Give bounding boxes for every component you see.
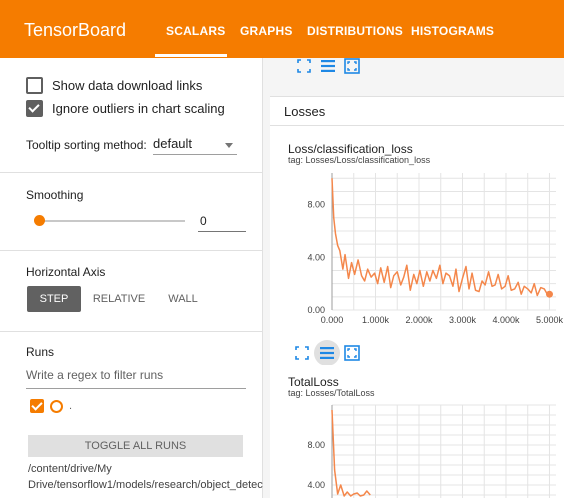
chart-tag: tag: Losses/TotalLoss: [288, 388, 375, 398]
tab-graphs[interactable]: GRAPHS: [240, 24, 293, 38]
fullscreen-icon[interactable]: [344, 345, 360, 361]
toggle-log-scale-icon[interactable]: [320, 58, 336, 74]
x-tick-label: 1.000k: [362, 315, 390, 325]
section-divider: [0, 172, 262, 173]
series-line: [331, 409, 371, 497]
active-tab-indicator: [155, 54, 227, 57]
sidebar: Show data download links Ignore outliers…: [0, 58, 323, 498]
run-checkbox-checked-icon[interactable]: [30, 399, 44, 413]
smoothing-slider-thumb[interactable]: [34, 215, 45, 226]
fit-domain-icon[interactable]: [294, 345, 310, 361]
section-divider: [0, 331, 262, 332]
axis-relative-button[interactable]: RELATIVE: [88, 286, 150, 312]
dropdown-caret-icon: [225, 143, 233, 148]
section-divider: [0, 250, 262, 251]
toggle-all-runs-button[interactable]: TOGGLE ALL RUNS: [28, 435, 243, 457]
ignore-outliers-checkbox[interactable]: Ignore outliers in chart scaling: [26, 100, 225, 117]
tooltip-sorting-select[interactable]: default: [153, 136, 237, 155]
fullscreen-icon[interactable]: [344, 58, 360, 74]
x-tick-label: 0.000: [321, 315, 344, 325]
tooltip-sorting-label: Tooltip sorting method:: [26, 138, 147, 152]
tooltip-sorting-value: default: [153, 136, 193, 151]
losses-section-header[interactable]: Losses: [270, 96, 564, 126]
toggle-log-scale-icon[interactable]: [319, 345, 335, 361]
show-download-links-checkbox[interactable]: Show data download links: [26, 77, 202, 94]
x-tick-label: 5.000k: [536, 315, 564, 325]
horizontal-axis-label: Horizontal Axis: [26, 265, 106, 279]
log-directory-path: /content/drive/My Drive/tensorflow1/mode…: [28, 463, 323, 491]
y-tick-label: 8.00: [307, 440, 325, 450]
run-radio-icon[interactable]: [50, 399, 63, 413]
x-tick-label: 3.000k: [449, 315, 477, 325]
axis-wall-button[interactable]: WALL: [158, 286, 208, 312]
axis-step-button[interactable]: STEP: [27, 286, 81, 312]
runs-label: Runs: [26, 345, 55, 359]
checkbox-checked-icon[interactable]: [26, 100, 43, 117]
x-tick-label: 2.000k: [405, 315, 433, 325]
y-tick-label: 4.00: [307, 252, 325, 262]
smoothing-slider-track[interactable]: [40, 220, 185, 222]
tab-distributions[interactable]: DISTRIBUTIONS: [307, 24, 403, 38]
app-title: TensorBoard: [24, 20, 127, 40]
smoothing-label: Smoothing: [26, 188, 84, 202]
x-tick-label: 4.000k: [492, 315, 520, 325]
ignore-outliers-label: Ignore outliers in chart scaling: [52, 101, 225, 116]
runs-filter-input[interactable]: Write a regex to filter runs: [26, 368, 246, 389]
chart-title: TotalLoss: [288, 375, 339, 389]
classification-loss-chart[interactable]: 0.00 4.00 8.00 0.000 1.000k 2.000k 3.000k 4.000…: [270, 170, 564, 345]
smoothing-value-input[interactable]: 0: [198, 214, 246, 232]
fit-domain-icon[interactable]: [296, 58, 312, 74]
checkbox-unchecked-icon[interactable]: [26, 77, 43, 94]
tab-scalars[interactable]: SCALARS: [166, 24, 225, 38]
y-tick-label: 4.00: [307, 480, 325, 490]
total-loss-chart[interactable]: 4.00 8.00: [270, 400, 564, 498]
chart-title: Loss/classification_loss: [288, 142, 413, 156]
y-tick-label: 8.00: [307, 200, 325, 210]
run-name: .: [69, 400, 73, 412]
y-tick-label: 0.00: [307, 305, 325, 315]
top-app-bar: TensorBoard SCALARS GRAPHS DISTRIBUTIONS…: [0, 0, 564, 58]
series-end-point: [545, 290, 553, 298]
run-item[interactable]: .: [30, 399, 72, 413]
show-download-links-label: Show data download links: [52, 78, 203, 93]
chart-tag: tag: Losses/Loss/classification_loss: [288, 155, 431, 165]
section-title: Losses: [284, 104, 326, 119]
tab-histograms[interactable]: HISTOGRAMS: [411, 24, 494, 38]
